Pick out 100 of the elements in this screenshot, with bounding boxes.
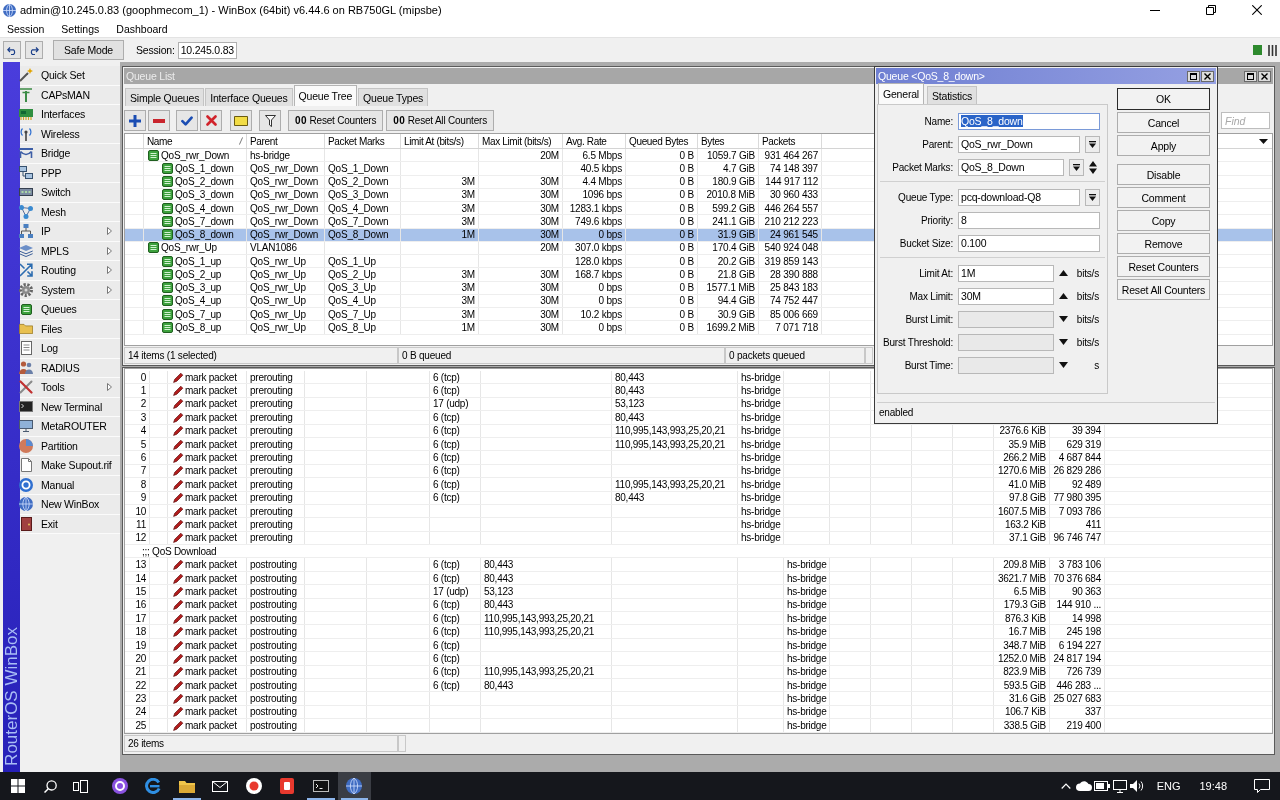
sidebar-item[interactable]: Files: [20, 319, 120, 339]
up-arrow-icon[interactable]: [1059, 293, 1068, 299]
redo-button[interactable]: [25, 41, 43, 59]
down-arrow-icon[interactable]: [1059, 362, 1068, 368]
reset-counters-button[interactable]: 00 Reset Counters: [288, 110, 384, 131]
maximize-button[interactable]: [1187, 70, 1200, 82]
column-header[interactable]: Avg. Rate: [563, 134, 626, 148]
column-header[interactable]: Max Limit (bits/s): [479, 134, 563, 148]
column-header[interactable]: Queued Bytes: [626, 134, 698, 148]
menu-item[interactable]: Dashboard: [110, 20, 174, 37]
undo-button[interactable]: [3, 41, 21, 59]
dialog-button[interactable]: Remove: [1117, 233, 1210, 254]
table-cell: 1M: [401, 228, 479, 241]
language-indicator[interactable]: ENG: [1156, 780, 1181, 792]
menu-item[interactable]: Session: [1, 20, 51, 37]
dialog-button[interactable]: Reset Counters: [1117, 256, 1210, 277]
text-field[interactable]: 1M: [958, 264, 1054, 282]
find-field[interactable]: Find: [1221, 112, 1270, 129]
column-header[interactable]: Name: [144, 134, 247, 148]
taskbar-button[interactable]: [337, 772, 371, 800]
up-arrow-icon[interactable]: [1059, 270, 1068, 276]
column-header[interactable]: Packets: [759, 134, 822, 148]
tab[interactable]: Interface Queues: [205, 88, 293, 106]
enable-button[interactable]: [176, 110, 198, 131]
row-number: 17: [125, 612, 150, 625]
tab[interactable]: Queue Tree: [293, 85, 358, 106]
up-down-arrows-icon[interactable]: [1089, 160, 1097, 174]
tab[interactable]: General: [878, 83, 924, 104]
network-icon[interactable]: [1112, 779, 1127, 793]
sidebar-item[interactable]: MetaROUTER: [20, 417, 120, 437]
speaker-icon[interactable]: [1130, 780, 1146, 792]
dropdown-button[interactable]: [1069, 158, 1084, 176]
restore-icon: [1206, 5, 1216, 15]
sidebar-item[interactable]: Partition: [20, 436, 120, 456]
battery-icon[interactable]: [1093, 781, 1110, 791]
dialog-button[interactable]: Cancel: [1117, 112, 1210, 133]
add-button[interactable]: [124, 110, 146, 131]
pencil-icon: [173, 585, 184, 597]
sidebar-item[interactable]: RADIUS: [20, 358, 120, 378]
tab[interactable]: Queue Types: [358, 88, 429, 106]
comment-button[interactable]: [230, 110, 252, 131]
sidebar-item[interactable]: System: [20, 280, 120, 300]
table-cell: 128.0 kbps: [563, 255, 626, 268]
cloud-icon[interactable]: [1075, 781, 1092, 791]
column-header[interactable]: Parent: [247, 134, 325, 148]
safe-mode-button[interactable]: Safe Mode: [53, 40, 124, 60]
column-header[interactable]: Packet Marks: [325, 134, 401, 148]
sidebar-item[interactable]: IP: [20, 222, 120, 242]
filter-button[interactable]: [259, 110, 281, 131]
close-button[interactable]: [1201, 70, 1214, 82]
dropdown-field[interactable]: pcq-download-Q8: [958, 188, 1080, 206]
sidebar-item[interactable]: Mesh: [20, 202, 120, 222]
sidebar-item[interactable]: New Terminal: [20, 397, 120, 417]
dialog-button[interactable]: Comment: [1117, 187, 1210, 208]
tab[interactable]: Simple Queues: [125, 88, 205, 106]
column-header[interactable]: Bytes: [698, 134, 759, 148]
text-field[interactable]: 8: [958, 211, 1100, 229]
text-field[interactable]: QoS_8_down: [958, 112, 1100, 130]
dropdown-field[interactable]: QoS_8_Down: [958, 158, 1064, 176]
sidebar-item[interactable]: MPLS: [20, 241, 120, 261]
text-field[interactable]: 0.100: [958, 234, 1100, 252]
menu-item[interactable]: Settings: [55, 20, 106, 37]
text-field[interactable]: 30M: [958, 287, 1054, 305]
sidebar-item[interactable]: Manual: [20, 475, 120, 495]
sidebar-item[interactable]: Routing: [20, 261, 120, 281]
dialog-button[interactable]: Apply: [1117, 135, 1210, 156]
dropdown-button[interactable]: [1085, 188, 1100, 206]
sidebar-item[interactable]: Make Supout.rif: [20, 456, 120, 476]
remove-button[interactable]: [148, 110, 170, 131]
sidebar-item[interactable]: Exit: [20, 514, 120, 534]
down-arrow-icon[interactable]: [1059, 316, 1068, 322]
reset-all-counters-button[interactable]: 00 Reset All Counters: [386, 110, 494, 131]
sidebar-item[interactable]: Switch: [20, 183, 120, 203]
dialog-button[interactable]: Copy: [1117, 210, 1210, 231]
column-header[interactable]: Limit At (bits/s): [401, 134, 479, 148]
sidebar-item[interactable]: PPP: [20, 163, 120, 183]
pencil-icon: [173, 639, 184, 651]
sidebar-item[interactable]: Queues: [20, 300, 120, 320]
network-icon: [19, 224, 33, 239]
clock[interactable]: 19:48: [1199, 780, 1227, 792]
sidebar-item[interactable]: Tools: [20, 378, 120, 398]
dropdown-field[interactable]: QoS_rwr_Down: [958, 135, 1080, 153]
sidebar-item[interactable]: Quick Set: [20, 66, 120, 86]
down-arrow-icon[interactable]: [1059, 339, 1068, 345]
dropdown-button[interactable]: [1085, 135, 1100, 153]
maximize-button[interactable]: [1244, 70, 1257, 82]
sidebar-item[interactable]: Wireless: [20, 124, 120, 144]
close-button[interactable]: [1258, 70, 1271, 82]
dialog-button[interactable]: Disable: [1117, 164, 1210, 185]
dialog-button[interactable]: OK: [1117, 88, 1210, 110]
sidebar-item[interactable]: Bridge: [20, 144, 120, 164]
chevron-up-icon[interactable]: [1060, 783, 1071, 789]
sidebar-item[interactable]: CAPsMAN: [20, 85, 120, 105]
tab[interactable]: Statistics: [926, 86, 977, 104]
dialog-button[interactable]: Reset All Counters: [1117, 279, 1210, 300]
sidebar-item[interactable]: Log: [20, 339, 120, 359]
disable-button[interactable]: [200, 110, 222, 131]
sidebar-item[interactable]: New WinBox: [20, 495, 120, 515]
sidebar-item[interactable]: Interfaces: [20, 105, 120, 125]
antenna-icon: [20, 87, 32, 102]
